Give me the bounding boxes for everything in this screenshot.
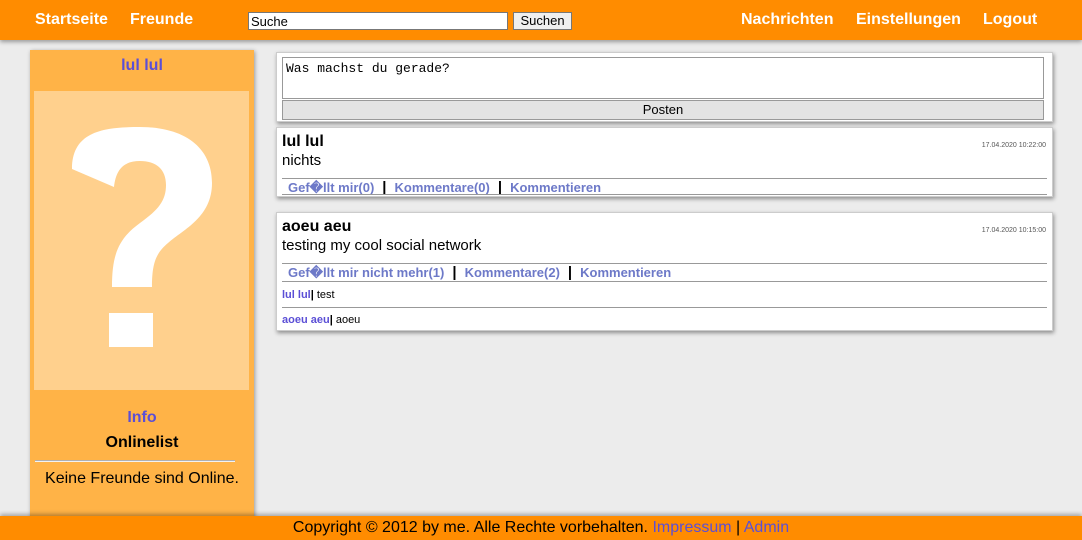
comment-author-link[interactable]: lul lul (282, 289, 311, 301)
unlike-link[interactable]: Gef�llt mir nicht mehr(1) (288, 265, 444, 280)
post-divider (282, 194, 1047, 195)
footer: Copyright © 2012 by me. Alle Rechte vorb… (0, 516, 1082, 540)
post-button[interactable]: Posten (282, 100, 1044, 120)
question-mark-icon (72, 127, 212, 347)
comment-item: aoeu aeu| aoeu (282, 314, 360, 326)
nav-friends-link[interactable]: Freunde (130, 11, 193, 29)
comment-action-link[interactable]: Kommentieren (510, 180, 601, 195)
post-timestamp: 17.04.2020 10:15:00 (981, 227, 1046, 234)
status-textarea[interactable]: Was machst du gerade? (282, 57, 1044, 99)
nav-home-link[interactable]: Startseite (35, 11, 108, 29)
comments-count-link[interactable]: Kommentare(2) (465, 265, 560, 280)
post-actions: Gef�llt mir nicht mehr(1) | Kommentare(2) |… (288, 264, 671, 281)
footer-separator: | (736, 519, 741, 536)
comment-text: test (316, 289, 335, 301)
impressum-link[interactable]: Impressum (652, 519, 731, 536)
comments-count-link[interactable]: Kommentare(0) (395, 180, 490, 195)
search-button[interactable]: Suchen (513, 12, 572, 30)
comment-action-link[interactable]: Kommentieren (580, 265, 671, 280)
comment-divider (282, 307, 1047, 308)
profile-sidebar: lul lul Info Onlinelist Keine Freunde si… (30, 50, 254, 540)
post-body: nichts (282, 152, 322, 169)
sidebar-divider (35, 460, 235, 462)
top-navigation-bar: Startseite Freunde Suchen Nachrichten Ei… (0, 0, 1082, 40)
copyright-text: Copyright © 2012 by me. Alle Rechte vorb… (292, 519, 648, 536)
nav-settings-link[interactable]: Einstellungen (856, 11, 961, 29)
feed-post: aoeu aeu 17.04.2020 10:15:00 testing my … (276, 212, 1053, 331)
feed-post: lul lul 17.04.2020 10:22:00 nichts Gef�l… (276, 127, 1053, 197)
post-author[interactable]: lul lul (282, 133, 324, 151)
nav-messages-link[interactable]: Nachrichten (741, 11, 833, 29)
nav-logout-link[interactable]: Logout (983, 11, 1037, 29)
no-friends-online-text: Keine Freunde sind Online. (45, 470, 239, 487)
onlinelist-heading: Onlinelist (105, 434, 179, 451)
profile-name-link[interactable]: lul lul (30, 57, 254, 75)
post-timestamp: 17.04.2020 10:22:00 (981, 142, 1046, 149)
comment-text: aoeu (335, 314, 361, 326)
post-divider (282, 281, 1047, 282)
action-separator: | (452, 264, 457, 281)
avatar (34, 91, 249, 390)
post-body: testing my cool social network (282, 237, 482, 254)
like-link[interactable]: Gef�llt mir(0) (288, 180, 374, 195)
info-link[interactable]: Info (30, 409, 254, 427)
comment-separator: | (329, 314, 333, 326)
compose-panel: Was machst du gerade? Posten (276, 52, 1053, 122)
comment-item: lul lul| test (282, 289, 335, 301)
action-separator: | (567, 264, 573, 281)
search-input[interactable] (248, 12, 508, 30)
comment-separator: | (310, 289, 314, 301)
comment-author-link[interactable]: aoeu aeu (282, 314, 330, 326)
post-author[interactable]: aoeu aeu (282, 218, 351, 236)
admin-link[interactable]: Admin (744, 519, 789, 536)
